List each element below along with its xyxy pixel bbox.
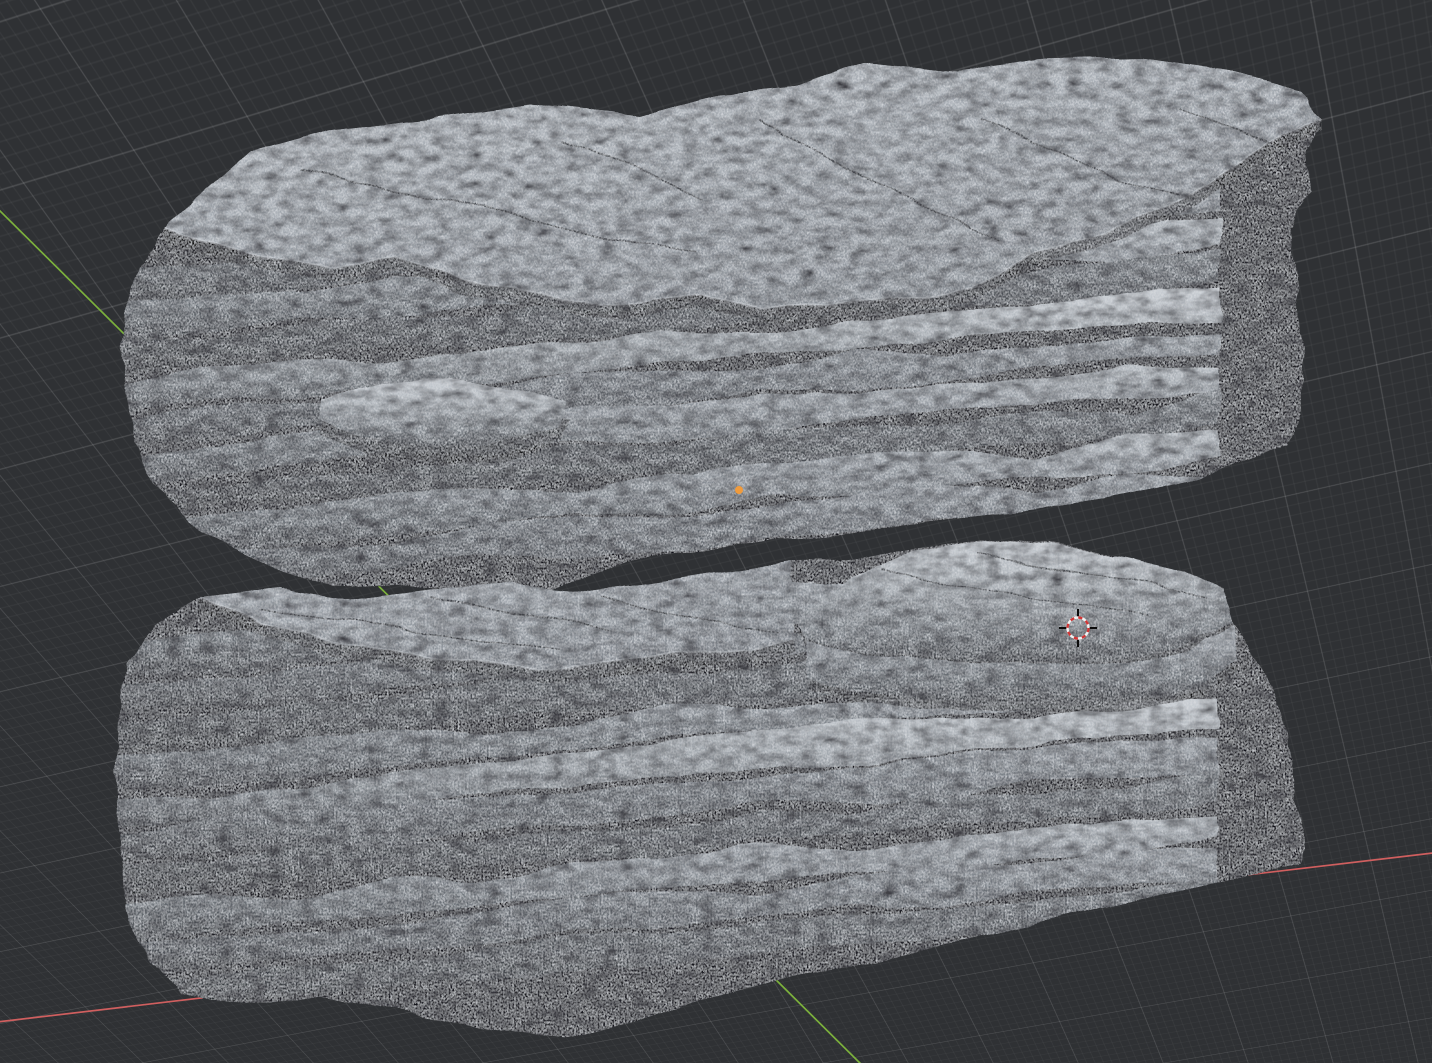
viewport-canvas[interactable] [0, 0, 1432, 1063]
object-rock-slab-lower[interactable] [105, 515, 1320, 1063]
